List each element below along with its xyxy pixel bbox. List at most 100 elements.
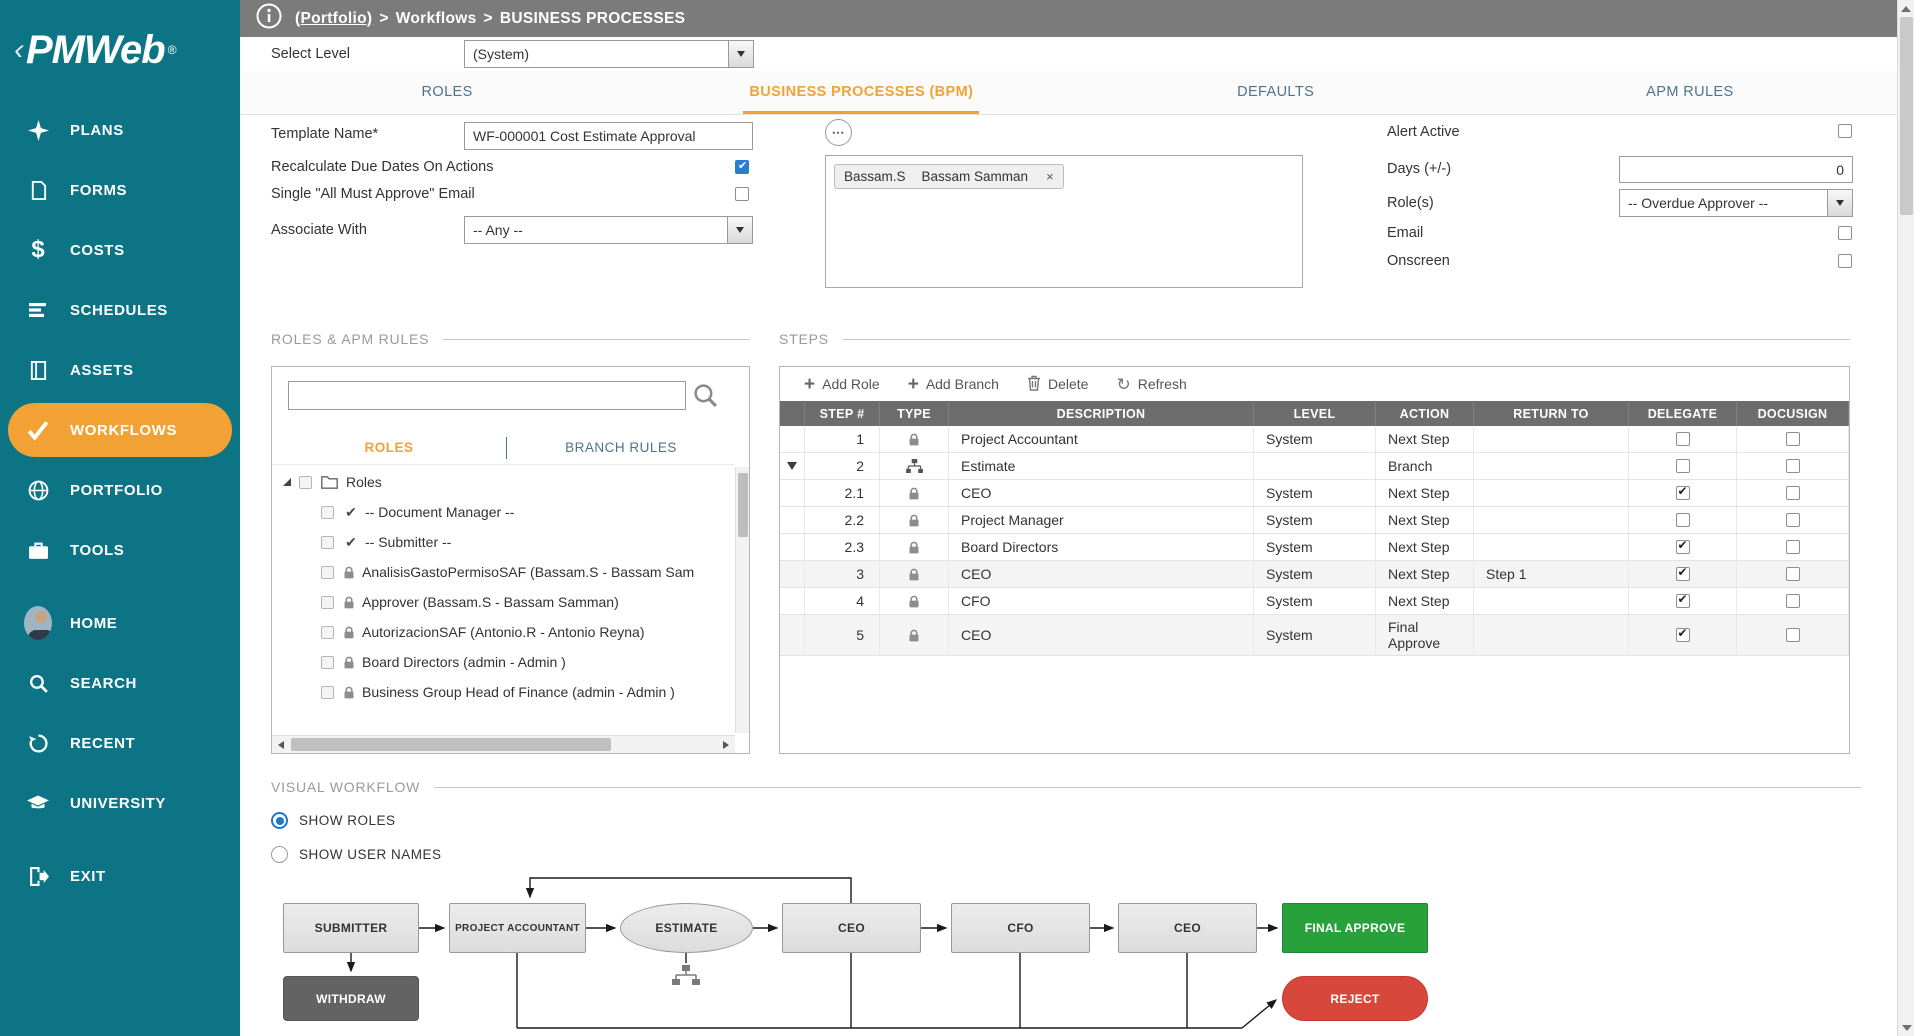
show-roles-radio[interactable] [271, 812, 288, 829]
onscreen-checkbox[interactable] [1838, 254, 1852, 268]
list-item[interactable]: Board Directors (admin - Admin ) [272, 647, 735, 677]
sidebar-item-university[interactable]: UNIVERSITY [0, 773, 240, 833]
list-item[interactable]: Approver (Bassam.S - Bassam Samman) [272, 587, 735, 617]
tab-roles[interactable]: ROLES [240, 71, 654, 114]
breadcrumb-portfolio-link[interactable]: (Portfolio) [295, 10, 372, 28]
show-user-names-radio-option[interactable]: SHOW USER NAMES [271, 846, 442, 863]
scrollbar-thumb[interactable] [1900, 17, 1913, 215]
scrollbar-thumb[interactable] [291, 738, 611, 751]
delegate-checkbox[interactable] [1676, 567, 1690, 581]
delegate-checkbox[interactable] [1676, 459, 1690, 473]
tree-expander-icon[interactable] [283, 478, 291, 486]
show-user-names-radio[interactable] [271, 846, 288, 863]
user-chip[interactable]: Bassam.S Bassam Samman × [834, 164, 1064, 189]
table-row[interactable]: 2.1 CEO System Next Step [780, 480, 1849, 507]
role-checkbox[interactable] [321, 656, 334, 669]
docusign-checkbox[interactable] [1786, 540, 1800, 554]
roles-search-input[interactable] [288, 381, 686, 410]
sidebar-item-portfolio[interactable]: PORTFOLIO [0, 460, 240, 520]
sidebar-item-forms[interactable]: FORMS [0, 160, 240, 220]
sidebar-item-assets[interactable]: ASSETS [0, 340, 240, 400]
tab-business-processes[interactable]: BUSINESS PROCESSES (BPM) [654, 71, 1068, 114]
docusign-checkbox[interactable] [1786, 432, 1800, 446]
list-item[interactable]: Business Group Head of Finance (admin - … [272, 677, 735, 707]
list-item[interactable]: ✔ -- Document Manager -- [272, 497, 735, 527]
page-scrollbar[interactable] [1897, 0, 1914, 1036]
role-checkbox[interactable] [321, 626, 334, 639]
list-item[interactable]: ✔ -- Submitter -- [272, 527, 735, 557]
sidebar-item-schedules[interactable]: SCHEDULES [0, 280, 240, 340]
refresh-button[interactable]: ↻Refresh [1116, 376, 1186, 393]
role-checkbox[interactable] [321, 566, 334, 579]
table-row[interactable]: 3 CEO System Next Step Step 1 [780, 561, 1849, 588]
docusign-checkbox[interactable] [1786, 486, 1800, 500]
sidebar-item-exit[interactable]: EXIT [0, 846, 240, 906]
delegate-checkbox[interactable] [1676, 540, 1690, 554]
sidebar-item-recent[interactable]: RECENT [0, 713, 240, 773]
table-row[interactable]: 4 CFO System Next Step [780, 588, 1849, 615]
scroll-up-button[interactable] [1898, 0, 1914, 17]
template-name-input[interactable] [464, 122, 753, 150]
delete-button[interactable]: Delete [1027, 375, 1088, 394]
list-item[interactable]: AutorizacionSAF (Antonio.R - Antonio Rey… [272, 617, 735, 647]
chevron-down-icon[interactable] [727, 217, 752, 243]
roles-subtab[interactable]: ROLES [272, 440, 506, 455]
sidebar-item-plans[interactable]: PLANS [0, 100, 240, 160]
docusign-checkbox[interactable] [1786, 628, 1800, 642]
docusign-checkbox[interactable] [1786, 513, 1800, 527]
notify-users-ellipsis-button[interactable]: ••• [825, 119, 852, 146]
add-branch-button[interactable]: +Add Branch [908, 375, 999, 394]
role-checkbox[interactable] [321, 536, 334, 549]
add-role-button[interactable]: +Add Role [804, 375, 880, 394]
scroll-right-button[interactable] [717, 736, 735, 753]
email-checkbox[interactable] [1838, 226, 1852, 240]
scroll-down-button[interactable] [1898, 1019, 1914, 1036]
tree-root-checkbox[interactable] [299, 476, 312, 489]
delegate-checkbox[interactable] [1676, 432, 1690, 446]
delegate-checkbox[interactable] [1676, 628, 1690, 642]
chevron-down-icon[interactable] [728, 41, 753, 67]
sidebar-item-costs[interactable]: $ COSTS [0, 220, 240, 280]
sidebar-item-workflows[interactable]: WORKFLOWS [8, 403, 232, 457]
role-checkbox[interactable] [321, 596, 334, 609]
scrollbar-thumb[interactable] [738, 473, 748, 537]
table-row[interactable]: 1 Project Accountant System Next Step [780, 426, 1849, 453]
select-level-dropdown[interactable]: (System) [464, 40, 754, 68]
table-row[interactable]: 2.3 Board Directors System Next Step [780, 534, 1849, 561]
recalculate-checkbox[interactable] [735, 160, 749, 174]
overdue-role-dropdown[interactable]: -- Overdue Approver -- [1619, 189, 1853, 217]
show-roles-radio-option[interactable]: SHOW ROLES [271, 812, 396, 829]
notify-users-box[interactable]: Bassam.S Bassam Samman × [825, 155, 1303, 288]
branch-rules-subtab[interactable]: BRANCH RULES [507, 440, 735, 455]
sidebar-item-search[interactable]: SEARCH [0, 653, 240, 713]
tab-defaults[interactable]: DEFAULTS [1069, 71, 1483, 114]
delegate-checkbox[interactable] [1676, 513, 1690, 527]
delegate-checkbox[interactable] [1676, 594, 1690, 608]
sidebar-item-tools[interactable]: TOOLS [0, 520, 240, 580]
table-row[interactable]: 2 Estimate Branch [780, 453, 1849, 480]
alert-active-checkbox[interactable] [1838, 124, 1852, 138]
scroll-left-button[interactable] [272, 736, 290, 753]
table-row[interactable]: 5 CEO System Final Approve [780, 615, 1849, 656]
roles-vertical-scrollbar[interactable] [735, 467, 749, 733]
docusign-checkbox[interactable] [1786, 567, 1800, 581]
info-icon[interactable] [256, 3, 282, 34]
single-email-checkbox[interactable] [735, 187, 749, 201]
docusign-checkbox[interactable] [1786, 594, 1800, 608]
remove-chip-icon[interactable]: × [1046, 169, 1054, 184]
pmweb-logo[interactable]: ‹ PMWeb ® [0, 0, 240, 100]
associate-with-dropdown[interactable]: -- Any -- [464, 216, 753, 244]
sidebar-item-home[interactable]: HOME [0, 593, 240, 653]
search-icon[interactable] [692, 382, 719, 414]
tab-apm-rules[interactable]: APM RULES [1483, 71, 1897, 114]
docusign-checkbox[interactable] [1786, 459, 1800, 473]
chevron-down-icon[interactable] [1827, 190, 1852, 216]
roles-horizontal-scrollbar[interactable] [272, 735, 735, 753]
tree-root-roles[interactable]: Roles [272, 467, 735, 497]
list-item[interactable]: AnalisisGastoPermisoSAF (Bassam.S - Bass… [272, 557, 735, 587]
row-expander-icon[interactable] [787, 462, 797, 470]
role-checkbox[interactable] [321, 506, 334, 519]
role-checkbox[interactable] [321, 686, 334, 699]
breadcrumb-workflows-link[interactable]: Workflows [396, 10, 477, 28]
delegate-checkbox[interactable] [1676, 486, 1690, 500]
